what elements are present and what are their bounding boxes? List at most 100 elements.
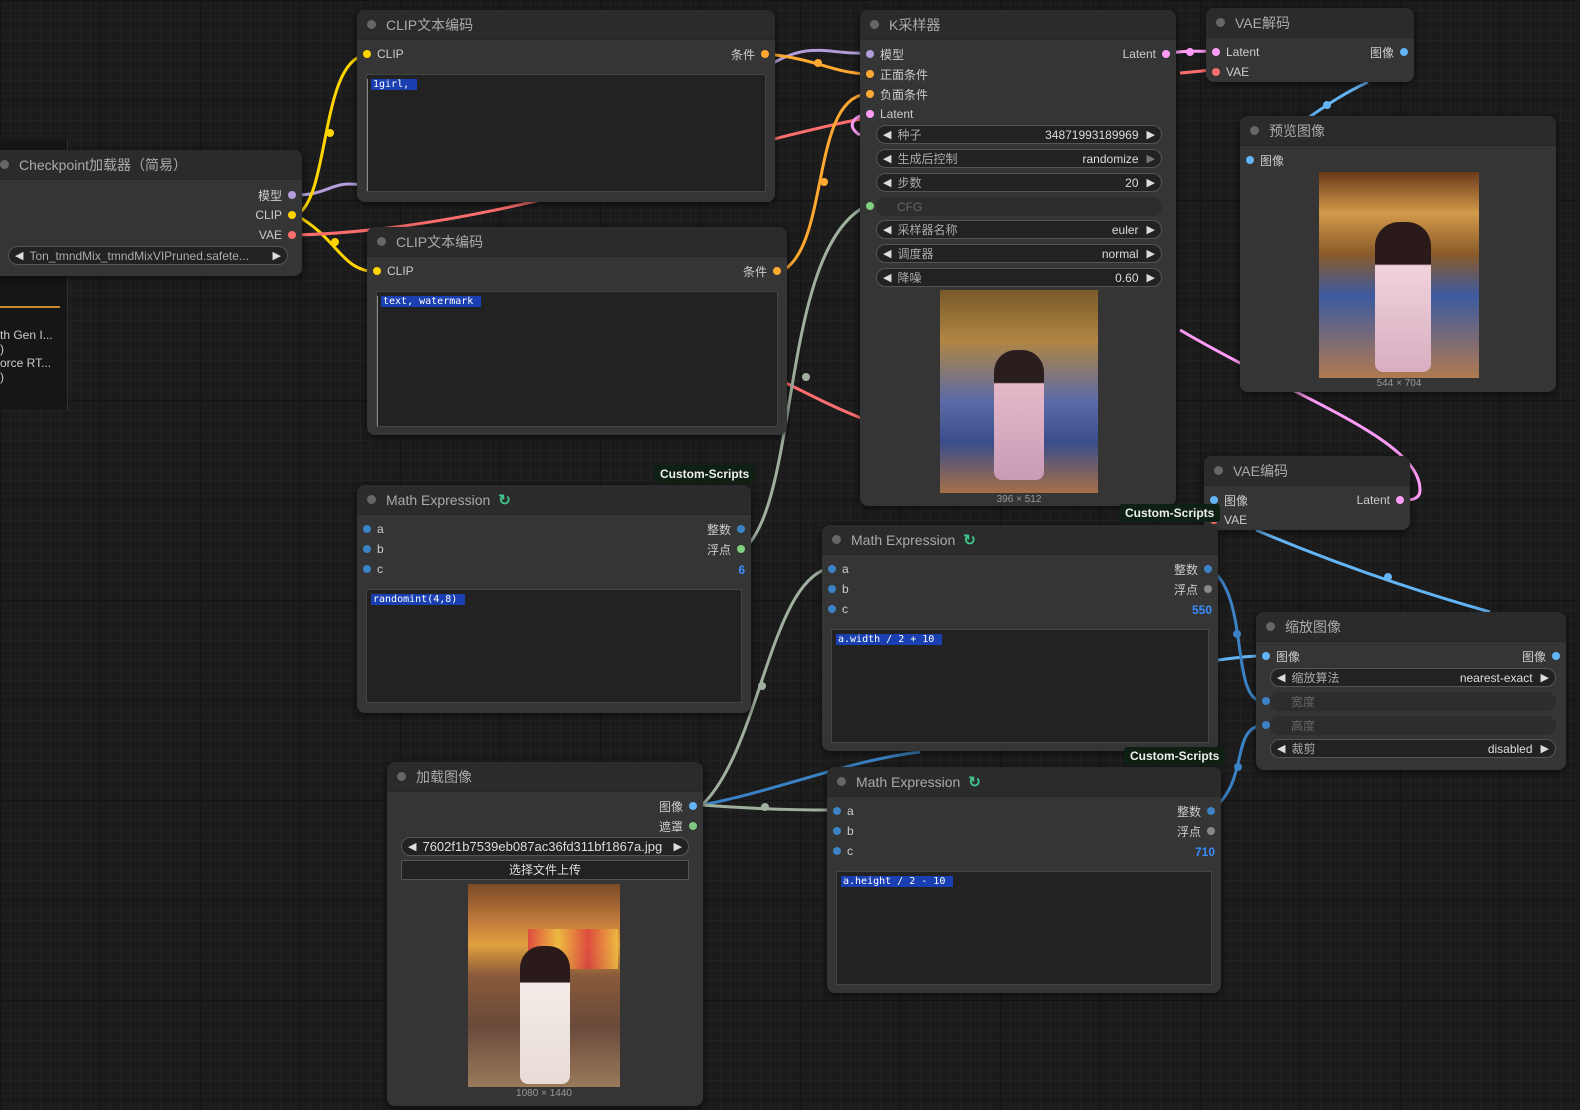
arrow-left-icon[interactable]: ◀ bbox=[883, 128, 891, 141]
slot-dot-icon[interactable] bbox=[866, 70, 874, 78]
node-title-bar[interactable]: VAE编码 bbox=[1204, 456, 1410, 486]
slot-dot-icon[interactable] bbox=[363, 525, 371, 533]
collapse-dot-icon[interactable] bbox=[1266, 622, 1275, 631]
slot-dot-icon[interactable] bbox=[373, 267, 381, 275]
output-float[interactable]: 浮点 bbox=[707, 540, 745, 558]
slot-dot-icon[interactable] bbox=[737, 545, 745, 553]
output-image[interactable]: 图像 bbox=[1522, 647, 1560, 665]
node-title-bar[interactable]: Math Expression ↻ bbox=[827, 767, 1221, 797]
slot-dot-icon[interactable] bbox=[866, 90, 874, 98]
arrow-left-icon[interactable]: ◀ bbox=[1277, 742, 1285, 755]
input-height[interactable] bbox=[1262, 716, 1276, 734]
slot-dot-icon[interactable] bbox=[833, 827, 841, 835]
arrow-left-icon[interactable]: ◀ bbox=[883, 271, 891, 284]
ckpt-name-combo[interactable]: ◀ Ton_tmndMix_tmndMixVIPruned.safete... ▶ bbox=[8, 246, 288, 265]
denoise-widget[interactable]: ◀ 降噪 0.60 ▶ bbox=[876, 268, 1162, 287]
input-latent[interactable]: Latent bbox=[866, 105, 913, 123]
output-clip[interactable]: CLIP bbox=[255, 206, 296, 224]
input-image[interactable]: 图像 bbox=[1262, 647, 1300, 665]
input-clip[interactable]: CLIP bbox=[373, 262, 414, 280]
output-float[interactable]: 浮点 bbox=[1174, 580, 1212, 598]
slot-dot-icon[interactable] bbox=[1212, 68, 1220, 76]
slot-dot-icon[interactable] bbox=[1204, 585, 1212, 593]
arrow-left-icon[interactable]: ◀ bbox=[883, 247, 891, 260]
upload-button[interactable]: 选择文件上传 bbox=[401, 860, 689, 880]
slot-dot-icon[interactable] bbox=[1396, 496, 1404, 504]
output-vae[interactable]: VAE bbox=[259, 226, 296, 244]
slot-dot-icon[interactable] bbox=[288, 191, 296, 199]
crop-widget[interactable]: ◀ 裁剪 disabled ▶ bbox=[1270, 739, 1556, 758]
arrow-right-icon[interactable]: ▶ bbox=[1147, 271, 1155, 284]
slot-dot-icon[interactable] bbox=[1212, 48, 1220, 56]
expression-textarea[interactable]: a.height / 2 - 10 bbox=[836, 871, 1212, 985]
slot-dot-icon[interactable] bbox=[761, 50, 769, 58]
input-a[interactable]: a bbox=[828, 560, 849, 578]
collapse-dot-icon[interactable] bbox=[1216, 18, 1225, 27]
input-c[interactable]: c bbox=[833, 842, 853, 860]
math-expression-node-1[interactable]: Math Expression ↻ a 整数 b 浮点 c 6 randomint… bbox=[357, 485, 751, 713]
vae-decode-node[interactable]: VAE解码 Latent 图像 VAE bbox=[1206, 8, 1414, 82]
slot-dot-icon[interactable] bbox=[1262, 721, 1270, 729]
slot-dot-icon[interactable] bbox=[1207, 827, 1215, 835]
image-file-combo[interactable]: ◀ 7602f1b7539eb087ac36fd311bf1867a.jpg ▶ bbox=[401, 837, 689, 856]
output-latent[interactable]: Latent bbox=[1357, 491, 1404, 509]
collapse-dot-icon[interactable] bbox=[397, 772, 406, 781]
input-latent[interactable]: Latent bbox=[1212, 43, 1259, 61]
scale-image-node[interactable]: 缩放图像 图像 图像 ◀ 缩放算法 nearest-exact ▶ 宽度 高度 ◀ 裁剪… bbox=[1256, 612, 1566, 770]
arrow-right-icon[interactable]: ▶ bbox=[1147, 152, 1155, 165]
slot-dot-icon[interactable] bbox=[1210, 496, 1218, 504]
slot-dot-icon[interactable] bbox=[1246, 156, 1254, 164]
output-image[interactable]: 图像 bbox=[659, 797, 697, 815]
slot-dot-icon[interactable] bbox=[288, 211, 296, 219]
slot-dot-icon[interactable] bbox=[363, 50, 371, 58]
output-int[interactable]: 整数 bbox=[1174, 560, 1212, 578]
prompt-textarea[interactable]: text, watermark bbox=[376, 291, 778, 427]
slot-dot-icon[interactable] bbox=[1262, 697, 1270, 705]
collapse-dot-icon[interactable] bbox=[1214, 466, 1223, 475]
ksampler-node[interactable]: K采样器 模型 Latent 正面条件 负面条件 Latent ◀ 种子 34871… bbox=[860, 10, 1176, 506]
input-positive[interactable]: 正面条件 bbox=[866, 65, 928, 83]
output-model[interactable]: 模型 bbox=[258, 186, 296, 204]
slot-dot-icon[interactable] bbox=[866, 110, 874, 118]
output-int[interactable]: 整数 bbox=[707, 520, 745, 538]
input-vae[interactable]: VAE bbox=[1212, 63, 1249, 81]
output-conditioning[interactable]: 条件 bbox=[743, 262, 781, 280]
slot-dot-icon[interactable] bbox=[363, 565, 371, 573]
slot-dot-icon[interactable] bbox=[773, 267, 781, 275]
node-title-bar[interactable]: CLIP文本编码 bbox=[357, 10, 775, 40]
input-a[interactable]: a bbox=[833, 802, 854, 820]
arrow-left-icon[interactable]: ◀ bbox=[883, 176, 891, 189]
slot-dot-icon[interactable] bbox=[866, 202, 874, 210]
input-a[interactable]: a bbox=[363, 520, 384, 538]
collapse-dot-icon[interactable] bbox=[1250, 126, 1259, 135]
node-title-bar[interactable]: 加载图像 bbox=[387, 762, 703, 792]
arrow-right-icon[interactable]: ▶ bbox=[1147, 128, 1155, 141]
slot-dot-icon[interactable] bbox=[1262, 652, 1270, 660]
input-image[interactable]: 图像 bbox=[1246, 151, 1284, 169]
slot-dot-icon[interactable] bbox=[689, 822, 697, 830]
seed-widget[interactable]: ◀ 种子 34871993189969 ▶ bbox=[876, 125, 1162, 144]
node-title-bar[interactable]: VAE解码 bbox=[1206, 8, 1414, 38]
slot-dot-icon[interactable] bbox=[828, 605, 836, 613]
slot-dot-icon[interactable] bbox=[288, 231, 296, 239]
load-image-node[interactable]: 加载图像 图像 遮罩 ◀ 7602f1b7539eb087ac36fd311bf1… bbox=[387, 762, 703, 1106]
collapse-dot-icon[interactable] bbox=[832, 535, 841, 544]
output-conditioning[interactable]: 条件 bbox=[731, 45, 769, 63]
scheduler-widget[interactable]: ◀ 调度器 normal ▶ bbox=[876, 244, 1162, 263]
vae-encode-node[interactable]: VAE编码 图像 Latent VAE bbox=[1204, 456, 1410, 530]
math-expression-node-2[interactable]: Math Expression ↻ a 整数 b 浮点 c 550 a.width… bbox=[822, 525, 1218, 751]
checkpoint-loader-node[interactable]: Checkpoint加载器（简易） 模型 CLIP VAE ◀ Ton_tmndM… bbox=[0, 150, 302, 276]
node-title-bar[interactable]: 预览图像 bbox=[1240, 116, 1556, 146]
slot-dot-icon[interactable] bbox=[1400, 48, 1408, 56]
arrow-right-icon[interactable]: ▶ bbox=[1147, 176, 1155, 189]
arrow-right-icon[interactable]: ▶ bbox=[1147, 223, 1155, 236]
sampler-name-widget[interactable]: ◀ 采样器名称 euler ▶ bbox=[876, 220, 1162, 239]
arrow-right-icon[interactable]: ▶ bbox=[1147, 247, 1155, 260]
height-widget[interactable]: 高度 bbox=[1270, 716, 1556, 735]
output-latent[interactable]: Latent bbox=[1123, 45, 1170, 63]
input-c[interactable]: c bbox=[363, 560, 383, 578]
slot-dot-icon[interactable] bbox=[1162, 50, 1170, 58]
slot-dot-icon[interactable] bbox=[866, 50, 874, 58]
slot-dot-icon[interactable] bbox=[689, 802, 697, 810]
collapse-dot-icon[interactable] bbox=[0, 160, 9, 169]
